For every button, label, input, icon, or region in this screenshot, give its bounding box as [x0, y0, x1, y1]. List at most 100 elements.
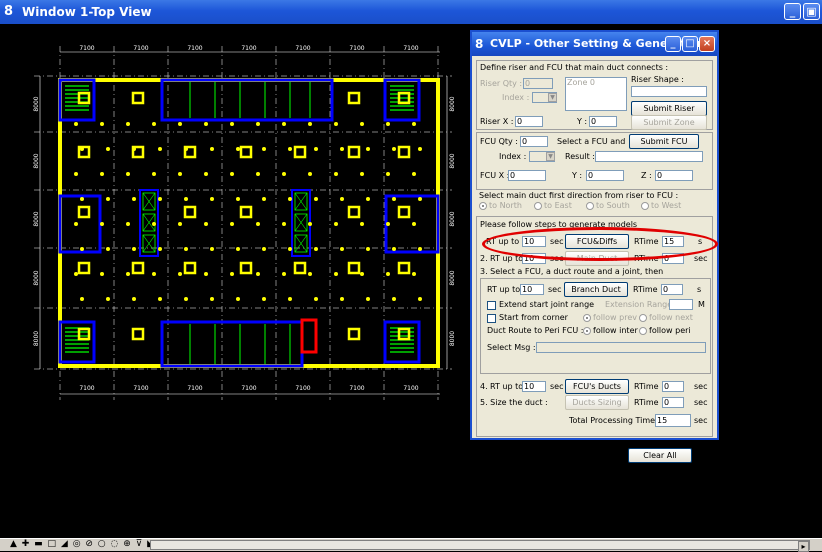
dialog-maximize-button[interactable]: □: [682, 36, 698, 52]
diffuser: [230, 172, 234, 176]
branch-duct-button[interactable]: Branch Duct: [564, 282, 628, 297]
fcu-result-input[interactable]: [595, 151, 703, 162]
riser-index-dropdown-icon[interactable]: ▼: [548, 93, 557, 102]
fcu-z-input[interactable]: 0: [655, 170, 693, 181]
dialog-title-bar[interactable]: 8 CVLP - Other Setting & Generation _ □ …: [472, 32, 717, 56]
scroll-right-icon[interactable]: ▸: [798, 541, 809, 552]
fcu-unit: [397, 205, 411, 219]
fcus-ducts-button[interactable]: FCU's Ducts: [565, 379, 629, 394]
diffuser: [230, 222, 234, 226]
diffuser: [282, 222, 286, 226]
submit-zone-button[interactable]: Submit Zone: [631, 115, 707, 130]
dim-label-top: 7100: [187, 45, 202, 52]
submit-riser-button[interactable]: Submit Riser: [631, 101, 707, 116]
diffuser: [74, 222, 78, 226]
diffuser: [100, 222, 104, 226]
fcu-index-label: Index :: [499, 152, 527, 161]
riser-header: Define riser and FCU that main duct conn…: [480, 63, 669, 72]
window-controls: _ ▣: [784, 3, 820, 20]
view-tools-icon[interactable]: ▲ ✚ ▬ □ ◢ ◎ ⊘ ○ ◌ ⊕ ⊽ ◣ ◂: [10, 539, 164, 550]
fcu-x-input[interactable]: 0: [508, 170, 546, 181]
diffuser: [184, 197, 188, 201]
diffuser: [210, 197, 214, 201]
fcu-unit: [77, 205, 91, 219]
riser-box: [300, 318, 318, 354]
diffuser: [308, 272, 312, 276]
diffuser: [106, 247, 110, 251]
riser-qty-input[interactable]: 0: [523, 78, 553, 89]
diffuser: [204, 222, 208, 226]
fcu-unit: [347, 145, 361, 159]
restore-button[interactable]: ▣: [803, 3, 820, 20]
diffuser: [126, 172, 130, 176]
diffuser: [386, 122, 390, 126]
fcu-unit: [183, 261, 197, 275]
diffuser: [386, 272, 390, 276]
diffuser: [334, 172, 338, 176]
radio-west[interactable]: [641, 202, 649, 210]
diffuser: [256, 222, 260, 226]
follow-prev-radio[interactable]: [583, 314, 591, 322]
diffuser: [126, 122, 130, 126]
dim-label-right: 8000: [449, 153, 456, 168]
fcu-unit: [397, 145, 411, 159]
submit-fcu-button[interactable]: Submit FCU: [629, 134, 699, 149]
diffuser: [100, 272, 104, 276]
extension-range-input[interactable]: [669, 299, 693, 310]
fcu-unit: [239, 205, 253, 219]
clear-all-button[interactable]: Clear All: [628, 448, 692, 463]
step4-sec-unit: sec: [694, 382, 708, 391]
diffuser: [418, 247, 422, 251]
diffuser: [184, 297, 188, 301]
radio-east[interactable]: [534, 202, 542, 210]
duct-route-label: Duct Route to Peri FCU :: [487, 326, 584, 335]
step3-rt-input[interactable]: 10: [520, 284, 544, 295]
follow-peri-radio[interactable]: [639, 327, 647, 335]
fcu-unit: [293, 261, 307, 275]
step4-prefix: 4.: [480, 382, 488, 391]
fcu-group: FCU Qty : 0 Select a FCU and Submit FCU …: [476, 132, 713, 190]
minimize-button[interactable]: _: [784, 3, 801, 20]
diffuser: [80, 197, 84, 201]
diffuser: [236, 197, 240, 201]
ducts-sizing-button[interactable]: Ducts Sizing: [565, 395, 629, 410]
fcu-qty-input[interactable]: 0: [520, 136, 548, 147]
diffuser: [132, 197, 136, 201]
riser-shape-input[interactable]: [631, 86, 707, 97]
follow-next-radio[interactable]: [639, 314, 647, 322]
fcu-unit: [131, 91, 145, 105]
start-corner-checkbox[interactable]: [487, 314, 496, 323]
fcu-y-input[interactable]: 0: [586, 170, 624, 181]
extension-unit: M: [698, 300, 705, 309]
horizontal-scrollbar[interactable]: ▸: [150, 540, 810, 552]
diffuser: [204, 122, 208, 126]
step4-rt-input[interactable]: 10: [522, 381, 546, 392]
diffuser: [366, 247, 370, 251]
dim-label-top: 7100: [241, 45, 256, 52]
diffuser: [282, 172, 286, 176]
diffuser: [334, 222, 338, 226]
riser-y-input[interactable]: 0: [589, 116, 617, 127]
diffuser: [100, 172, 104, 176]
dim-label-right: 8000: [449, 211, 456, 226]
extend-range-checkbox[interactable]: [487, 301, 496, 310]
riser-x-input[interactable]: 0: [515, 116, 543, 127]
riser-zone-list[interactable]: Zone 0: [565, 77, 627, 111]
diffuser: [366, 297, 370, 301]
radio-east-label: to East: [544, 201, 572, 210]
fcu-unit: [131, 261, 145, 275]
step3-sec-label: sec: [548, 285, 562, 294]
dialog-close-button[interactable]: ×: [699, 36, 715, 52]
radio-north[interactable]: [479, 202, 487, 210]
diffuser: [308, 172, 312, 176]
dialog-minimize-button[interactable]: _: [665, 36, 681, 52]
core-top: [160, 78, 334, 122]
diffuser: [314, 197, 318, 201]
fcu-index-dropdown-icon[interactable]: ▼: [546, 152, 555, 161]
step5-text: 5. Size the duct :: [480, 398, 548, 407]
diffuser: [132, 147, 136, 151]
radio-south[interactable]: [586, 202, 594, 210]
follow-inter-radio[interactable]: [583, 327, 591, 335]
dim-label-bottom: 7100: [349, 385, 364, 392]
diffuser: [230, 122, 234, 126]
